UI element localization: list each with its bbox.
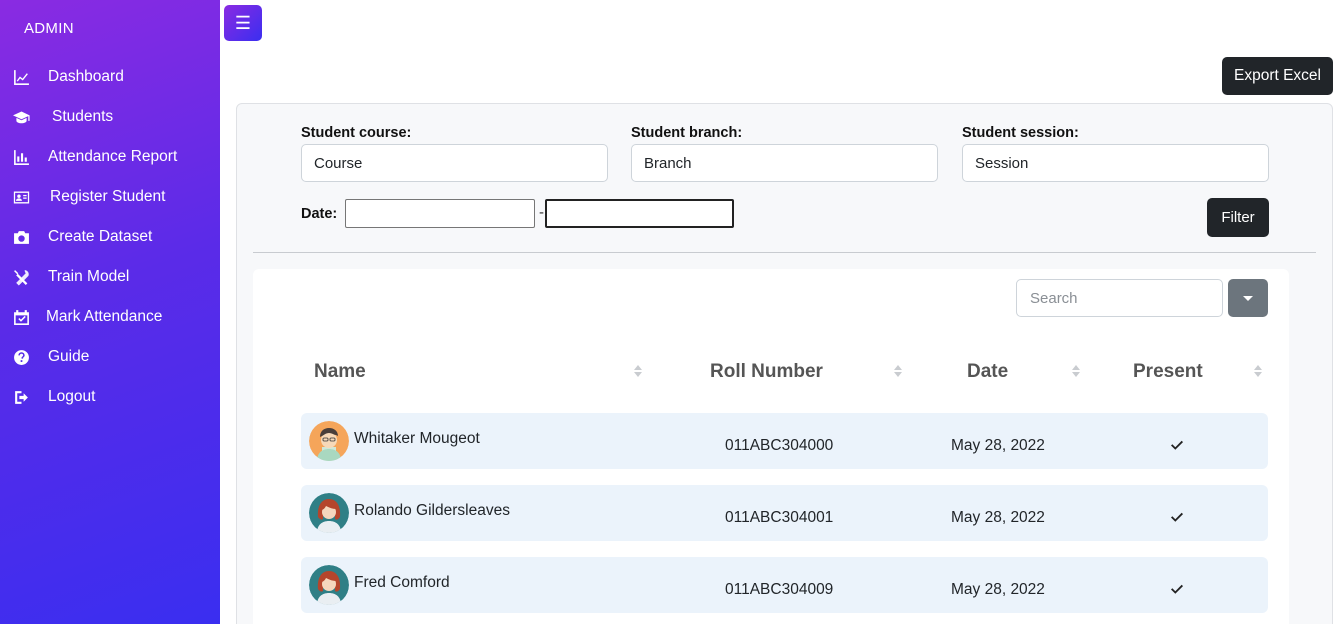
sidebar-item-label: Students: [52, 108, 114, 125]
id-card-icon: [11, 187, 31, 207]
sidebar-item-label: Create Dataset: [48, 228, 153, 245]
date-separator: -: [539, 204, 544, 221]
search-input[interactable]: Search: [1016, 279, 1223, 317]
roll-number: 011ABC304001: [725, 509, 834, 526]
sidebar-item-label: Logout: [48, 388, 96, 405]
table-row: Whitaker Mougeot 011ABC304000 May 28, 20…: [301, 413, 1268, 469]
sort-icon[interactable]: [1072, 365, 1080, 381]
sort-icon[interactable]: [634, 365, 642, 381]
session-select[interactable]: Session: [962, 144, 1269, 182]
sidebar-item-train-model[interactable]: Train Model: [0, 259, 220, 295]
table-row: Fred Comford 011ABC304009 May 28, 2022: [301, 557, 1268, 613]
divider: [253, 252, 1316, 253]
attendance-date: May 28, 2022: [951, 437, 1045, 454]
question-circle-icon: [11, 347, 31, 367]
sidebar-item-label: Train Model: [48, 268, 130, 285]
sidebar-item-label: Attendance Report: [48, 148, 178, 165]
avatar: [309, 565, 349, 605]
column-header-date[interactable]: Date: [967, 361, 1008, 383]
student-name: Whitaker Mougeot: [354, 430, 480, 447]
date-label: Date:: [301, 206, 338, 222]
chart-line-icon: [11, 67, 31, 87]
sidebar-item-logout[interactable]: Logout: [0, 379, 220, 415]
bar-chart-icon: [11, 147, 31, 167]
graduation-cap-icon: [11, 107, 31, 127]
filter-button[interactable]: Filter: [1207, 198, 1269, 237]
avatar: [309, 493, 349, 533]
caret-down-icon: [1243, 295, 1253, 301]
course-select[interactable]: Course: [301, 144, 608, 182]
attendance-date: May 28, 2022: [951, 581, 1045, 598]
sort-icon[interactable]: [894, 365, 902, 381]
camera-icon: [11, 227, 31, 247]
tools-icon: [11, 267, 31, 287]
student-name: Fred Comford: [354, 574, 450, 591]
roll-number: 011ABC304009: [725, 581, 834, 598]
sidebar-item-label: Guide: [48, 348, 90, 365]
column-header-present[interactable]: Present: [1133, 361, 1203, 383]
export-excel-button[interactable]: Export Excel: [1222, 57, 1333, 95]
sidebar-item-guide[interactable]: Guide: [0, 339, 220, 375]
sidebar-item-mark-attendance[interactable]: Mark Attendance: [0, 299, 220, 335]
table-row: Rolando Gildersleaves 011ABC304001 May 2…: [301, 485, 1268, 541]
sidebar: ADMIN Dashboard Students Attendance Repo…: [0, 0, 220, 624]
branch-select[interactable]: Branch: [631, 144, 938, 182]
date-from-input[interactable]: [345, 199, 535, 228]
session-label: Student session:: [962, 125, 1079, 141]
sidebar-item-label: Register Student: [50, 188, 166, 205]
check-icon: [1171, 584, 1183, 594]
column-toggle-button[interactable]: [1228, 279, 1268, 317]
sidebar-toggle-button[interactable]: ☰: [224, 5, 262, 41]
avatar: [309, 421, 349, 461]
branch-label: Student branch:: [631, 125, 743, 141]
attendance-card: Student course: Course Student branch: B…: [236, 103, 1333, 624]
sidebar-item-label: Mark Attendance: [46, 308, 163, 325]
sidebar-item-label: Dashboard: [48, 68, 124, 85]
course-label: Student course:: [301, 125, 412, 141]
roll-number: 011ABC304000: [725, 437, 834, 454]
calendar-check-icon: [11, 307, 31, 327]
sidebar-item-register-student[interactable]: Register Student: [0, 179, 220, 215]
sidebar-item-create-dataset[interactable]: Create Dataset: [0, 219, 220, 255]
table-container: Search Name Roll Number Date Present Whi…: [253, 269, 1289, 624]
sidebar-item-students[interactable]: Students: [0, 99, 220, 135]
attendance-date: May 28, 2022: [951, 509, 1045, 526]
sidebar-item-attendance-report[interactable]: Attendance Report: [0, 139, 220, 175]
sidebar-item-dashboard[interactable]: Dashboard: [0, 59, 220, 95]
brand-title: ADMIN: [24, 20, 74, 37]
column-header-name[interactable]: Name: [314, 361, 366, 383]
sort-icon[interactable]: [1254, 365, 1262, 381]
check-icon: [1171, 512, 1183, 522]
check-icon: [1171, 440, 1183, 450]
student-name: Rolando Gildersleaves: [354, 502, 510, 519]
menu-icon: ☰: [234, 12, 252, 33]
date-to-input[interactable]: [545, 199, 734, 228]
sign-out-icon: [11, 387, 31, 407]
column-header-roll-number[interactable]: Roll Number: [710, 361, 823, 383]
